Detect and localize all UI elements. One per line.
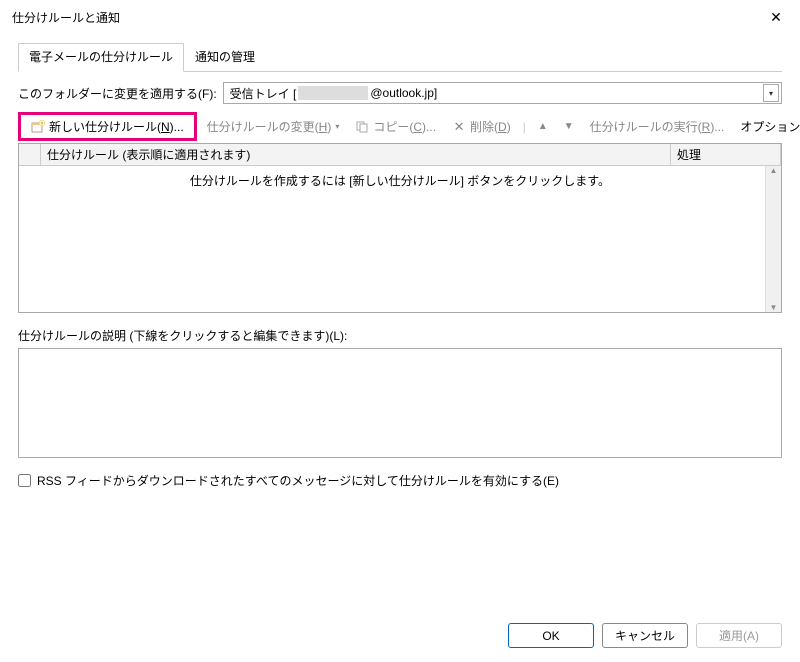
rules-list-header: 仕分けルール (表示順に適用されます) 処理 xyxy=(19,144,781,166)
titlebar: 仕分けルールと通知 ✕ xyxy=(0,0,800,34)
apply-folder-select[interactable]: 受信トレイ [ @outlook.jp] ▾ xyxy=(223,82,782,104)
tab-notifications[interactable]: 通知の管理 xyxy=(184,43,266,72)
scroll-up-icon: ▲ xyxy=(770,166,778,175)
scroll-down-icon: ▼ xyxy=(770,303,778,312)
apply-button-label: 適用(A) xyxy=(719,627,759,644)
new-rule-button[interactable]: 新しい仕分けルール(N)... xyxy=(25,116,190,137)
delete-rule-label: 削除(D) xyxy=(470,118,511,135)
chevron-down-icon: ▾ xyxy=(335,122,339,131)
rss-enable-checkbox[interactable] xyxy=(18,474,31,487)
toolbar-separator: | xyxy=(521,120,528,134)
tab-notifications-label: 通知の管理 xyxy=(195,50,255,64)
move-up-button[interactable]: ▲ xyxy=(532,119,554,134)
options-label: オプション(O) xyxy=(740,118,800,135)
ok-button-label: OK xyxy=(542,629,559,643)
copy-rule-label: コピー(C)... xyxy=(373,118,436,135)
new-rule-label: 新しい仕分けルール(N)... xyxy=(49,118,184,135)
dialog-title: 仕分けルールと通知 xyxy=(12,9,120,26)
rules-col-rule[interactable]: 仕分けルール (表示順に適用されます) xyxy=(41,144,671,165)
rules-and-alerts-dialog: 仕分けルールと通知 ✕ 電子メールの仕分けルール 通知の管理 このフォルダーに変… xyxy=(0,0,800,662)
rule-description-box[interactable] xyxy=(18,348,782,458)
highlight-new-rule: 新しい仕分けルール(N)... xyxy=(18,112,197,141)
ok-button[interactable]: OK xyxy=(508,623,594,648)
rules-empty-hint: 仕分けルールを作成するには [新しい仕分けルール] ボタンをクリックします。 xyxy=(19,166,781,195)
folder-value-suffix: @outlook.jp] xyxy=(370,86,437,100)
vertical-scrollbar[interactable]: ▲ ▼ xyxy=(765,166,781,312)
rules-list-body[interactable]: 仕分けルールを作成するには [新しい仕分けルール] ボタンをクリックします。 xyxy=(19,166,781,312)
arrow-down-icon: ▼ xyxy=(564,121,574,132)
close-icon: ✕ xyxy=(770,9,782,26)
folder-value-prefix: 受信トレイ [ xyxy=(230,85,297,102)
tab-email-rules[interactable]: 電子メールの仕分けルール xyxy=(18,43,184,72)
apply-folder-label: このフォルダーに変更を適用する(F): xyxy=(18,85,217,102)
copy-rule-button[interactable]: コピー(C)... xyxy=(349,116,442,137)
move-down-button[interactable]: ▼ xyxy=(558,119,580,134)
options-button[interactable]: オプション(O) xyxy=(734,116,800,137)
apply-folder-value: 受信トレイ [ @outlook.jp] xyxy=(230,85,438,102)
rules-col-checkbox xyxy=(19,144,41,165)
run-rules-button[interactable]: 仕分けルールの実行(R)... xyxy=(584,116,731,137)
close-button[interactable]: ✕ xyxy=(760,6,792,28)
new-rule-icon xyxy=(31,120,45,134)
delete-rule-button[interactable]: ✕ 削除(D) xyxy=(446,116,517,137)
masked-account-name xyxy=(298,86,368,100)
dialog-footer: OK キャンセル 適用(A) xyxy=(0,611,800,662)
tab-strip: 電子メールの仕分けルール 通知の管理 xyxy=(18,42,782,72)
change-rule-label: 仕分けルールの変更(H) xyxy=(207,118,332,135)
rules-col-action[interactable]: 処理 xyxy=(671,144,781,165)
apply-button: 適用(A) xyxy=(696,623,782,648)
dialog-body: 電子メールの仕分けルール 通知の管理 このフォルダーに変更を適用する(F): 受… xyxy=(0,34,800,611)
apply-folder-row: このフォルダーに変更を適用する(F): 受信トレイ [ @outlook.jp]… xyxy=(18,82,782,104)
rss-enable-row[interactable]: RSS フィードからダウンロードされたすべてのメッセージに対して仕分けルールを有… xyxy=(18,472,782,489)
arrow-up-icon: ▲ xyxy=(538,121,548,132)
cancel-button-label: キャンセル xyxy=(615,627,675,644)
tab-email-rules-label: 電子メールの仕分けルール xyxy=(29,50,173,64)
cancel-button[interactable]: キャンセル xyxy=(602,623,688,648)
rules-list: 仕分けルール (表示順に適用されます) 処理 仕分けルールを作成するには [新し… xyxy=(18,143,782,313)
rules-toolbar: 新しい仕分けルール(N)... 仕分けルールの変更(H) ▾ コピー(C)...… xyxy=(18,112,782,141)
rss-enable-label: RSS フィードからダウンロードされたすべてのメッセージに対して仕分けルールを有… xyxy=(37,472,559,489)
dropdown-arrow-icon[interactable]: ▾ xyxy=(763,84,779,102)
delete-icon: ✕ xyxy=(452,120,466,134)
copy-icon xyxy=(355,120,369,134)
rule-description-label: 仕分けルールの説明 (下線をクリックすると編集できます)(L): xyxy=(18,327,782,344)
change-rule-button[interactable]: 仕分けルールの変更(H) ▾ xyxy=(201,116,346,137)
run-rules-label: 仕分けルールの実行(R)... xyxy=(590,118,725,135)
